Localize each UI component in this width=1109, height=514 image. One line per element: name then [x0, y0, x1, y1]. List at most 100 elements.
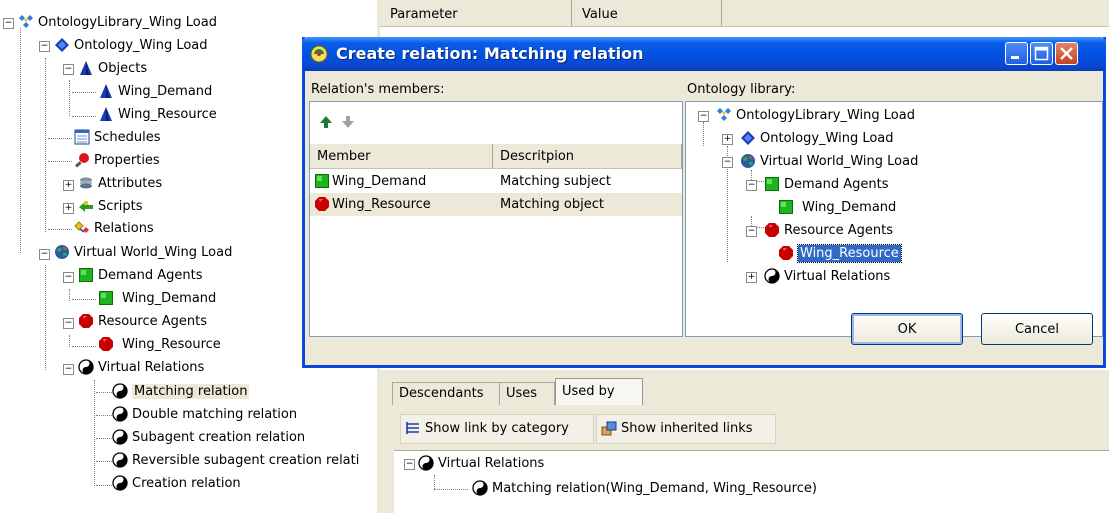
- tree-item-scripts[interactable]: Scripts: [78, 196, 142, 218]
- minimize-button[interactable]: [1005, 42, 1028, 65]
- dialog-title: Create relation: Matching relation: [336, 44, 644, 63]
- member-column-header[interactable]: Member: [310, 144, 493, 168]
- library-item-virtual-world[interactable]: Virtual World_Wing Load: [740, 151, 918, 173]
- yin-yang-icon: [112, 475, 128, 491]
- tree-item-label: Scripts: [98, 199, 143, 214]
- tree-item-virtual-world[interactable]: Virtual World_Wing Load: [54, 242, 232, 264]
- tree-item-resource-agents[interactable]: Resource Agents: [78, 311, 207, 333]
- tree-item-object-resource[interactable]: Wing_Resource: [98, 104, 217, 126]
- demand-agent-icon: [764, 176, 780, 192]
- library-label: Ontology library:: [687, 82, 796, 97]
- tree-item-library[interactable]: OntologyLibrary_Wing Load: [18, 12, 217, 34]
- tree-item-objects[interactable]: Objects: [78, 58, 147, 80]
- create-relation-dialog: Create relation: Matching relation Relat…: [302, 37, 1106, 368]
- used-by-item-label: Matching relation(Wing_Demand, Wing_Reso…: [492, 481, 817, 496]
- collapse-library-toggle[interactable]: −: [698, 111, 709, 122]
- library-item-demand[interactable]: Wing_Demand: [778, 197, 896, 219]
- tab-descendants[interactable]: Descendants: [392, 382, 500, 405]
- ontology-icon: [740, 130, 756, 146]
- tree-item-label: Matching relation: [132, 384, 250, 399]
- library-item-resource-agents[interactable]: Resource Agents: [764, 220, 893, 242]
- library-item-virtual-relations[interactable]: Virtual Relations: [764, 266, 890, 288]
- tab-used-by[interactable]: Used by: [555, 378, 643, 405]
- app-icon: [310, 45, 328, 63]
- tab-uses[interactable]: Uses: [499, 382, 555, 405]
- collapse-objects-toggle[interactable]: −: [63, 64, 74, 75]
- collapse-virtual-world-toggle[interactable]: −: [722, 157, 733, 168]
- resource-agent-icon: [778, 245, 794, 261]
- collapse-resource-agents-toggle[interactable]: −: [746, 226, 757, 237]
- tree-item-demand-agents[interactable]: Demand Agents: [78, 265, 203, 287]
- library-item-demand-agents[interactable]: Demand Agents: [764, 174, 889, 196]
- collapse-library-toggle[interactable]: −: [3, 18, 14, 29]
- library-item-resource-selected[interactable]: Wing_Resource: [778, 243, 902, 265]
- ontology-library-tree: − + − − − + OntologyLibrary_Wing Load On…: [685, 101, 1103, 337]
- description-column-header[interactable]: Descritpion: [493, 144, 682, 168]
- tree-item-relations[interactable]: Relations: [74, 218, 154, 240]
- tree-item-label: Reversible subagent creation relati: [132, 453, 360, 468]
- collapse-virtual-relations-toggle[interactable]: −: [404, 459, 415, 470]
- move-down-button[interactable]: [340, 114, 358, 132]
- tree-item-object-demand[interactable]: Wing_Demand: [98, 81, 212, 103]
- expand-virtual-relations-toggle[interactable]: +: [746, 272, 757, 283]
- demand-agent-icon: [314, 173, 330, 189]
- tree-item-label: Double matching relation: [132, 407, 298, 422]
- tree-item-reversible-subagent[interactable]: Reversible subagent creation relati: [112, 450, 374, 472]
- tree-item-virtual-relations[interactable]: Virtual Relations: [78, 357, 204, 379]
- arrow-up-icon: [318, 114, 334, 130]
- tree-item-label: Creation relation: [132, 476, 241, 491]
- tree-item-subagent-creation[interactable]: Subagent creation relation: [112, 427, 305, 449]
- script-icon: [78, 198, 94, 214]
- tree-item-double-matching[interactable]: Double matching relation: [112, 404, 297, 426]
- expand-ontology-toggle[interactable]: +: [722, 134, 733, 145]
- collapse-virtual-world-toggle[interactable]: −: [39, 249, 50, 260]
- show-link-by-category-button[interactable]: Show link by category: [400, 414, 594, 444]
- library-item-label: Virtual Relations: [784, 269, 891, 284]
- yin-yang-icon: [78, 359, 94, 375]
- collapse-demand-agents-toggle[interactable]: −: [746, 180, 757, 191]
- expand-scripts-toggle[interactable]: +: [63, 203, 74, 214]
- globe-icon: [740, 153, 756, 169]
- collapse-resource-agents-toggle[interactable]: −: [63, 318, 74, 329]
- tree-item-properties[interactable]: Properties: [74, 150, 160, 172]
- tree-item-schedules[interactable]: Schedules: [74, 127, 161, 149]
- ok-button[interactable]: OK: [851, 313, 963, 345]
- library-item-root[interactable]: OntologyLibrary_Wing Load: [716, 105, 915, 127]
- library-item-ontology[interactable]: Ontology_Wing Load: [740, 128, 894, 150]
- library-item-label: Resource Agents: [784, 223, 894, 238]
- tree-item-label: Subagent creation relation: [132, 430, 306, 445]
- tree-item-label: OntologyLibrary_Wing Load: [38, 15, 217, 30]
- used-by-item[interactable]: Matching relation(Wing_Demand, Wing_Reso…: [472, 478, 817, 500]
- dialog-titlebar[interactable]: Create relation: Matching relation: [302, 37, 1106, 71]
- yin-yang-icon: [112, 452, 128, 468]
- member-row[interactable]: Wing_Resource Matching object: [310, 193, 682, 216]
- close-button[interactable]: [1055, 42, 1078, 65]
- collapse-virtual-relations-toggle[interactable]: −: [63, 364, 74, 375]
- tree-item-vw-demand[interactable]: Wing_Demand: [98, 288, 216, 310]
- member-row[interactable]: Wing_Demand Matching subject: [310, 170, 682, 193]
- resource-agent-icon: [98, 336, 114, 352]
- tree-item-ontology[interactable]: Ontology_Wing Load: [54, 35, 208, 57]
- maximize-button[interactable]: [1030, 42, 1053, 65]
- member-description: Matching subject: [500, 174, 612, 189]
- expand-attributes-toggle[interactable]: +: [63, 180, 74, 191]
- tree-item-attributes[interactable]: Attributes: [78, 173, 162, 195]
- tree-item-label: Wing_Demand: [122, 291, 217, 306]
- collapse-demand-agents-toggle[interactable]: −: [63, 272, 74, 283]
- yin-yang-icon: [112, 429, 128, 445]
- collapse-ontology-toggle[interactable]: −: [39, 41, 50, 52]
- objects-icon: [78, 60, 94, 76]
- parameter-column-header[interactable]: Parameter: [380, 0, 572, 26]
- value-column-header[interactable]: Value: [572, 0, 722, 26]
- tree-item-creation-relation[interactable]: Creation relation: [112, 473, 241, 495]
- tree-item-vw-resource[interactable]: Wing_Resource: [98, 334, 221, 356]
- library-item-label: Virtual World_Wing Load: [760, 154, 919, 169]
- used-by-root-label: Virtual Relations: [438, 456, 545, 471]
- yin-yang-icon: [112, 406, 128, 422]
- show-inherited-links-button[interactable]: Show inherited links: [596, 414, 776, 444]
- used-by-root[interactable]: Virtual Relations: [418, 453, 544, 475]
- arrow-down-icon: [340, 114, 356, 130]
- move-up-button[interactable]: [318, 114, 336, 132]
- tree-item-matching-relation[interactable]: Matching relation: [112, 381, 250, 403]
- cancel-button[interactable]: Cancel: [981, 313, 1093, 345]
